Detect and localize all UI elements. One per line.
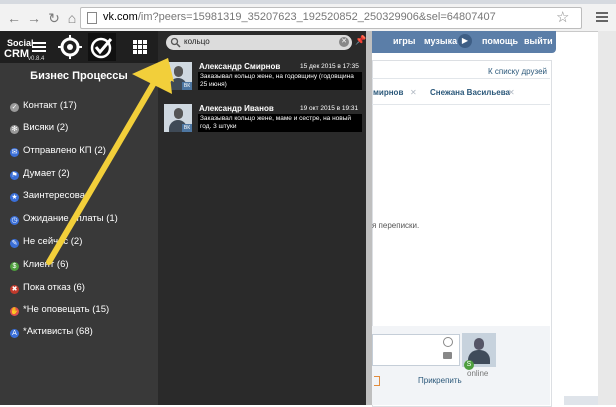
status-icon: A <box>10 329 19 338</box>
smiley-icon[interactable] <box>443 337 453 347</box>
sidebar-item[interactable]: ✻ Висяки (2) <box>10 122 68 136</box>
result-name[interactable]: Александр Смирнов <box>199 62 280 71</box>
sidebar-item[interactable]: ✖ Пока отказ (6) <box>10 282 85 296</box>
sidebar-item-label: Висяки (2) <box>23 122 69 133</box>
status-icon: ◷ <box>10 216 19 225</box>
logo-text: CRM <box>4 48 30 60</box>
sidebar-item[interactable]: ✋ *Не оповещать (15) <box>10 304 109 318</box>
checkmark-icon[interactable] <box>88 33 116 61</box>
bookmark-star-icon[interactable]: ☆ <box>556 8 569 26</box>
sidebar-item[interactable]: ✎ Не сейчас (2) <box>10 236 82 250</box>
clear-search-icon[interactable]: ✕ <box>339 37 349 47</box>
result-date: 15 дек 2015 в 17:35 <box>300 63 359 70</box>
sidebar-item-label: Пока отказ (6) <box>23 282 85 293</box>
status-icon: ✋ <box>10 307 19 316</box>
page-icon <box>87 12 97 24</box>
sidebar-heading: Бизнес Процессы <box>30 70 128 82</box>
attach-marker-icon <box>374 376 380 386</box>
sidebar-item[interactable]: ◷ Ожидание оплаты (1) <box>10 213 118 227</box>
sidebar-item[interactable]: A *Активисты (68) <box>10 326 93 340</box>
sidebar-item-label: Не сейчас (2) <box>23 236 83 247</box>
history-text: я переписки. <box>372 221 420 230</box>
to-friends-link[interactable]: К списку друзей <box>488 67 547 76</box>
result-date: 19 окт 2015 в 19:31 <box>300 105 359 112</box>
reload-icon[interactable]: ↻ <box>46 10 62 26</box>
sidebar-item-label: *Активисты (68) <box>23 326 93 337</box>
status-icon: ✓ <box>10 103 19 112</box>
status-icon: ✉ <box>10 148 19 157</box>
sidebar-item-label: Ожидание оплаты (1) <box>23 213 118 224</box>
sidebar-item-label: Заинтересован <box>23 190 91 201</box>
close-peer-icon[interactable]: ✕ <box>508 88 515 97</box>
nav-logout[interactable]: выйти <box>524 36 553 46</box>
sidebar-item-label: Думает (2) <box>23 168 70 179</box>
footer-strip <box>564 396 598 405</box>
grid-icon[interactable] <box>126 33 154 61</box>
url-text: vk.com/im?peers=15981319_35207623_192520… <box>103 11 496 23</box>
home-icon[interactable]: ⌂ <box>64 10 80 26</box>
status-icon: ⚑ <box>10 171 19 180</box>
close-peer-icon[interactable]: ✕ <box>410 88 417 97</box>
status-icon: ✎ <box>10 239 19 248</box>
divider <box>372 78 550 79</box>
attach-link[interactable]: Прикрепить <box>418 376 462 385</box>
sidebar-item-label: Клиент (6) <box>23 259 69 270</box>
hamburger-icon[interactable] <box>32 42 46 54</box>
browser-toolbar: ← → ↻ ⌂ vk.com/im?peers=15981319_3520762… <box>0 4 616 32</box>
search-query[interactable]: кольцо <box>184 37 210 46</box>
target-icon[interactable] <box>56 33 84 61</box>
sidebar-item[interactable]: ★ Заинтересован <box>10 190 90 204</box>
status-icon: ✻ <box>10 125 19 134</box>
peer-tab[interactable]: Снежана Васильева <box>430 88 510 97</box>
vk-badge-icon: ВК <box>182 82 192 90</box>
forward-button-icon[interactable]: → <box>26 10 42 26</box>
nav-games[interactable]: игры <box>393 36 415 46</box>
online-status: online <box>467 369 489 378</box>
search-icon <box>170 37 181 48</box>
logo-text: Social <box>7 38 34 48</box>
result-name[interactable]: Александр Иванов <box>199 104 274 113</box>
status-icon: ★ <box>10 193 19 202</box>
menu-icon[interactable] <box>596 12 608 22</box>
peer-avatar-head <box>474 338 484 350</box>
avatar-head <box>174 108 183 119</box>
vk-badge-icon: ВК <box>182 124 192 132</box>
panel-scrollbar[interactable] <box>366 31 372 405</box>
status-icon: ✖ <box>10 285 19 294</box>
sidebar-item[interactable]: ⚑ Думает (2) <box>10 168 70 182</box>
sidebar-item-label: Отправлено КП (2) <box>23 145 106 156</box>
back-button-icon[interactable]: ← <box>6 10 22 26</box>
address-bar[interactable]: vk.com/im?peers=15981319_35207623_192520… <box>80 7 582 29</box>
avatar-head <box>174 66 183 77</box>
status-icon: $ <box>10 262 19 271</box>
sidebar-item[interactable]: ✓ Контакт (17) <box>10 100 77 114</box>
sidebar-item-label: Контакт (17) <box>23 100 77 111</box>
camera-icon[interactable] <box>443 352 452 359</box>
sidebar-item[interactable]: ✉ Отправлено КП (2) <box>10 145 106 159</box>
sidebar-item[interactable]: $ Клиент (6) <box>10 259 69 273</box>
nav-help[interactable]: помощь <box>482 36 518 46</box>
peer-tab[interactable]: мирнов <box>373 88 403 97</box>
sidebar-item-label: *Не оповещать (15) <box>23 304 110 315</box>
version-label: v0.8.4 <box>28 56 45 62</box>
result-snippet: Заказывал кольцо жене, маме и сестре, на… <box>198 114 362 132</box>
play-icon[interactable]: ▶ <box>458 34 472 48</box>
result-snippet: Заказывал кольцо жене, на годовщину (год… <box>198 72 362 90</box>
page-margin <box>598 31 616 405</box>
nav-music[interactable]: музыка <box>424 36 457 46</box>
search-result[interactable]: ВК Александр Иванов 19 окт 2015 в 19:31 Зак… <box>162 102 362 140</box>
pin-icon[interactable]: 📌 <box>355 35 366 46</box>
divider <box>372 104 550 105</box>
search-result[interactable]: ВК Александр Смирнов 15 дек 2015 в 17:35 За… <box>162 60 362 98</box>
